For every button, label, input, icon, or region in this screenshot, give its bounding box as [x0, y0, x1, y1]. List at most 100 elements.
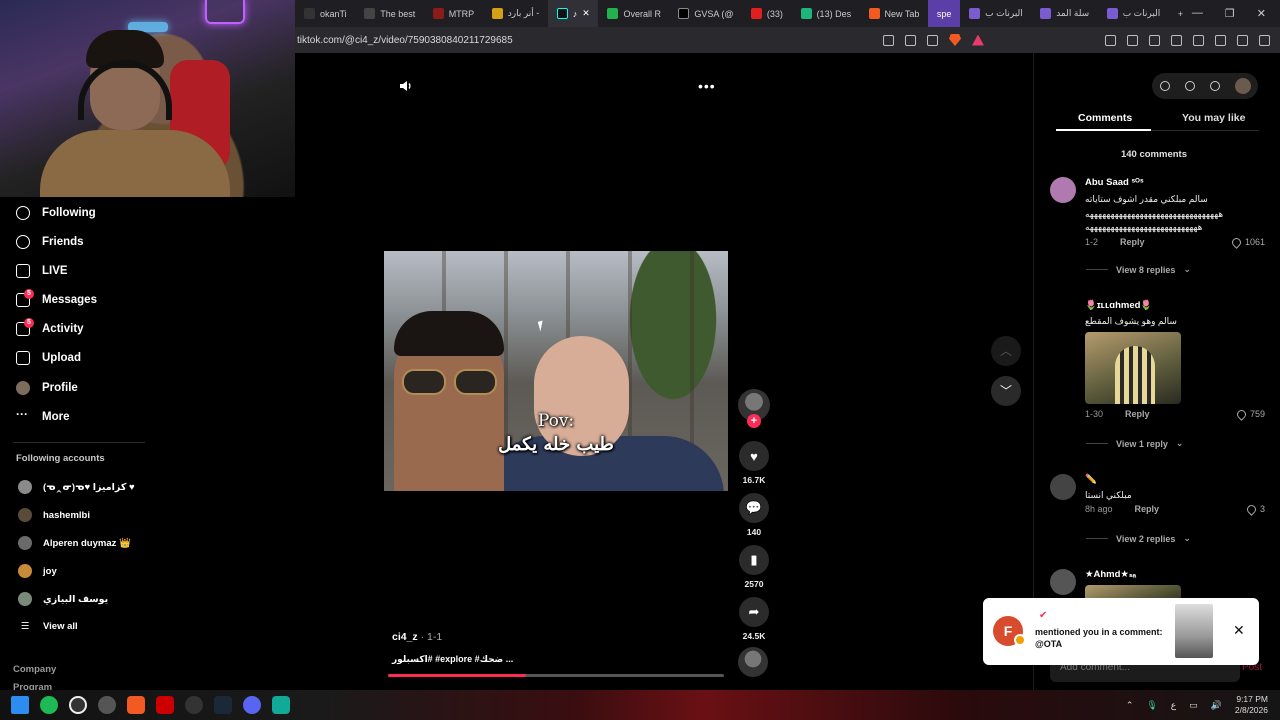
- brave-shields-icon[interactable]: [949, 34, 961, 46]
- browser-tab[interactable]: okanTi: [295, 0, 355, 27]
- windows-start-icon[interactable]: [11, 696, 29, 714]
- footer-company-link[interactable]: Company: [13, 664, 56, 675]
- browser-tab[interactable]: أنر بارد -: [483, 0, 548, 27]
- account-item[interactable]: يوسف البيازي: [18, 592, 108, 606]
- nav-messages[interactable]: 5 Messages: [16, 289, 97, 307]
- comment-button[interactable]: 💬: [739, 493, 769, 523]
- spotify-icon[interactable]: [40, 696, 58, 714]
- compass-icon[interactable]: [1159, 81, 1170, 91]
- account-item[interactable]: hashemlbi: [18, 508, 90, 522]
- reply-button[interactable]: Reply: [1120, 237, 1145, 247]
- chevron-up-icon[interactable]: ⌃: [1126, 700, 1134, 711]
- more-options-icon[interactable]: •••: [698, 78, 716, 94]
- user-avatar[interactable]: [1234, 78, 1251, 94]
- browser-tab[interactable]: Overall R: [598, 0, 669, 27]
- video-author[interactable]: ci4_z · 1-1: [392, 631, 442, 643]
- nav-following[interactable]: Following: [16, 206, 96, 220]
- tab-comments[interactable]: Comments: [1078, 112, 1132, 124]
- view-all-link[interactable]: ☰ View all: [18, 621, 78, 632]
- reply-button[interactable]: Reply: [1125, 409, 1150, 419]
- view-replies-button[interactable]: View 1 reply ⌄: [1086, 438, 1183, 449]
- video-progress-bar[interactable]: [388, 674, 724, 677]
- screenshot-icon[interactable]: [1127, 34, 1138, 46]
- sidebar-icon[interactable]: [1171, 34, 1182, 46]
- follow-plus-button[interactable]: +: [747, 414, 761, 428]
- speaker-icon[interactable]: ♪: [573, 9, 578, 19]
- steam-icon[interactable]: [214, 696, 232, 714]
- settings-icon[interactable]: [98, 696, 116, 714]
- nav-friends[interactable]: Friends: [16, 235, 84, 249]
- tab-you-may-like[interactable]: You may like: [1182, 112, 1245, 124]
- volume-tray-icon[interactable]: 🔊: [1211, 700, 1222, 711]
- minimize-icon[interactable]: —: [1192, 7, 1203, 20]
- clock[interactable]: 9:17 PM 2/8/2026: [1235, 694, 1268, 716]
- close-window-icon[interactable]: ✕: [1257, 7, 1266, 20]
- sound-disc[interactable]: [738, 647, 768, 677]
- translate-icon[interactable]: [883, 34, 894, 46]
- share-icon[interactable]: [927, 34, 938, 46]
- download-icon[interactable]: [1209, 81, 1220, 91]
- restore-icon[interactable]: ❐: [1225, 7, 1235, 20]
- account-item[interactable]: (ᓀ‸ᓂ)ᓀ♥ كزاميزا ♥: [18, 480, 135, 494]
- app-icon[interactable]: [272, 696, 290, 714]
- comment-author[interactable]: ★Ahmd★ₛₐ: [1085, 569, 1136, 580]
- network-icon[interactable]: ▭: [1189, 700, 1198, 711]
- author-name[interactable]: ci4_z: [392, 631, 418, 643]
- new-tab-button[interactable]: +: [1169, 0, 1192, 27]
- browser-tab[interactable]: spe: [927, 0, 961, 27]
- next-video-button[interactable]: ﹀: [991, 376, 1021, 406]
- nav-activity[interactable]: 5 Activity: [16, 318, 84, 336]
- app-icon[interactable]: [185, 696, 203, 714]
- microphone-icon[interactable]: 🎙: [1146, 700, 1157, 711]
- comment-author[interactable]: ✏️: [1085, 474, 1097, 485]
- menu-icon[interactable]: [1259, 34, 1270, 46]
- avatar[interactable]: [1050, 177, 1076, 203]
- browser-tab-active[interactable]: ♪ ✕: [547, 0, 599, 27]
- share-button[interactable]: ➦: [739, 597, 769, 627]
- view-replies-button[interactable]: View 2 replies ⌄: [1086, 533, 1191, 544]
- nav-live[interactable]: LIVE: [16, 264, 68, 278]
- discord-icon[interactable]: [243, 696, 261, 714]
- like-button[interactable]: ♥: [739, 441, 769, 471]
- wallet-icon[interactable]: [1193, 34, 1204, 46]
- mention-notification[interactable]: F ✔ mentioned you in a comment: @OTA ✕: [983, 598, 1259, 665]
- nav-upload[interactable]: Upload: [16, 351, 81, 365]
- close-notification-button[interactable]: ✕: [1233, 622, 1245, 639]
- browser-tab[interactable]: MTRP: [424, 0, 483, 27]
- leo-ai-icon[interactable]: [1215, 34, 1226, 46]
- vpn-icon[interactable]: [1237, 34, 1248, 46]
- account-item[interactable]: Alperen duymaz 👑: [18, 536, 131, 550]
- brave-browser-icon[interactable]: [127, 696, 145, 714]
- avatar[interactable]: [1050, 300, 1076, 326]
- account-item[interactable]: joy: [18, 564, 57, 578]
- browser-tab[interactable]: (13) Des: [792, 0, 860, 27]
- video-frame[interactable]: Pov: طيب خله يكمل: [384, 251, 728, 491]
- device-icon[interactable]: [1184, 81, 1195, 91]
- save-button[interactable]: ▮: [739, 545, 769, 575]
- comment-like[interactable]: 1061: [1230, 235, 1265, 249]
- brave-rewards-icon[interactable]: [972, 34, 984, 46]
- tab-close-icon[interactable]: ✕: [582, 8, 590, 19]
- browser-tab[interactable]: سلة المد: [1031, 0, 1097, 27]
- obs-icon[interactable]: [69, 696, 87, 714]
- previous-video-button[interactable]: ︿: [991, 336, 1021, 366]
- volume-icon[interactable]: [399, 79, 413, 93]
- comment-author[interactable]: Abu Saad ˢᴼˢ: [1085, 177, 1144, 188]
- nav-more[interactable]: ··· More: [16, 408, 69, 424]
- nav-profile[interactable]: Profile: [16, 381, 78, 395]
- view-replies-button[interactable]: View 8 replies ⌄: [1086, 264, 1191, 275]
- comment-sticker-image[interactable]: [1085, 332, 1181, 404]
- url-field[interactable]: tiktok.com/@ci4_z/video/7590380840211729…: [297, 35, 513, 46]
- comment-like[interactable]: 759: [1235, 407, 1265, 421]
- browser-tab[interactable]: (33): [742, 0, 792, 27]
- avatar[interactable]: [1050, 474, 1076, 500]
- reply-button[interactable]: Reply: [1135, 504, 1160, 514]
- comment-like[interactable]: 3: [1245, 502, 1265, 516]
- media-icon[interactable]: [1149, 34, 1160, 46]
- browser-tab[interactable]: GVSA (@: [669, 0, 742, 27]
- cast-icon[interactable]: [905, 34, 916, 46]
- browser-tab[interactable]: The best: [355, 0, 423, 27]
- browser-tab[interactable]: البرنات ب: [960, 0, 1031, 27]
- browser-tab[interactable]: البرنات ب: [1098, 0, 1169, 27]
- language-indicator[interactable]: ع: [1171, 700, 1176, 711]
